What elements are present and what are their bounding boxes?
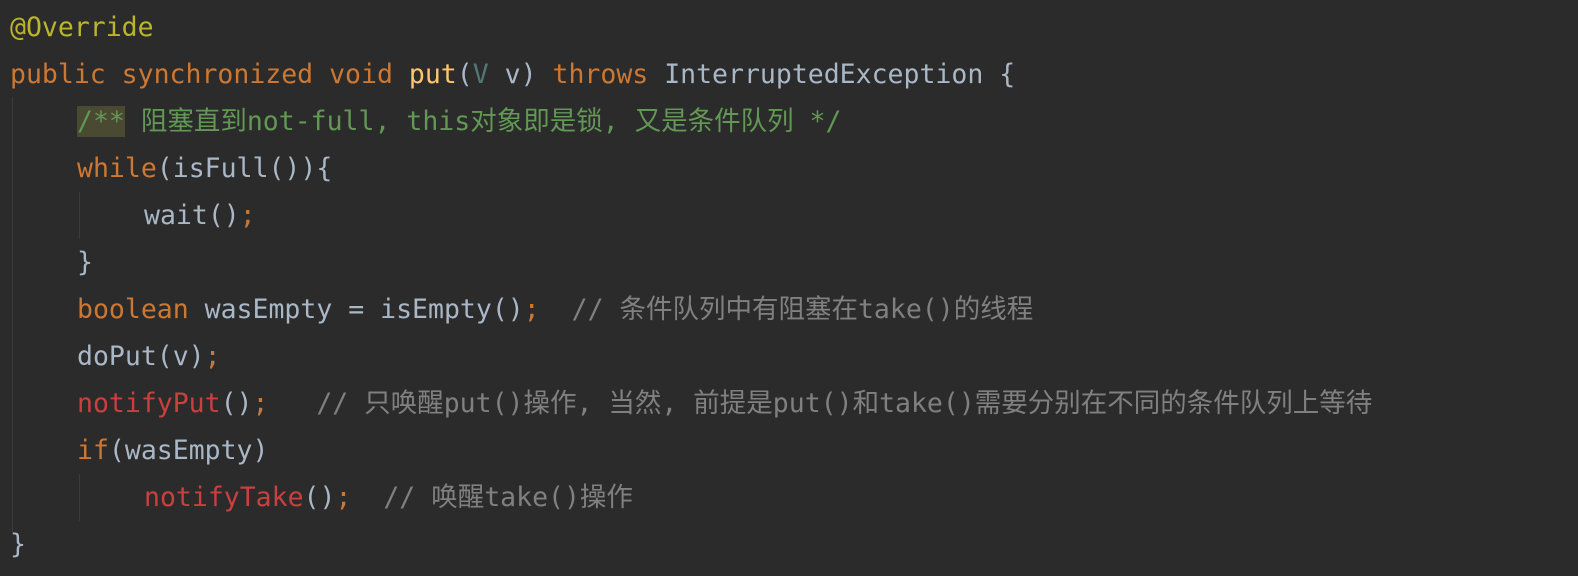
code-line[interactable]: }	[0, 521, 1578, 568]
code-token-kw: throws	[552, 59, 665, 90]
code-line[interactable]: wait();	[0, 192, 1578, 239]
code-token-semi: ;	[335, 482, 352, 513]
code-line[interactable]: doPut(v);	[0, 333, 1578, 380]
code-token-plain: }	[77, 247, 93, 278]
code-token-plain: (	[456, 59, 473, 90]
code-line[interactable]: notifyPut(); // 只唤醒put()操作, 当然, 前提是put()…	[0, 380, 1578, 427]
indent-guide	[79, 474, 80, 521]
code-token-plain: ()	[303, 482, 336, 513]
code-token-kw: public synchronized void	[10, 59, 409, 90]
code-token-doc: 阻塞直到not-full, this对象即是锁, 又是条件队列 */	[124, 106, 842, 137]
code-token-plain: v)	[488, 59, 553, 90]
code-token-semi: ;	[204, 341, 221, 372]
indent-guide	[12, 97, 13, 533]
code-line[interactable]: while(isFull()){	[0, 145, 1578, 192]
code-token-semi: ;	[523, 294, 540, 325]
code-token-kw: boolean	[77, 294, 205, 325]
code-token-gen: V	[472, 59, 489, 90]
code-token-plain: InterruptedException {	[664, 59, 1016, 90]
code-token-plain: doPut(v)	[77, 341, 205, 372]
code-token-semi: ;	[239, 200, 256, 231]
code-token-kw: if	[77, 435, 109, 466]
code-line[interactable]: }	[0, 239, 1578, 286]
code-token-plain: wait()	[144, 200, 240, 231]
code-line[interactable]: notifyTake(); // 唤醒take()操作	[0, 474, 1578, 521]
code-token-cmt: // 条件队列中有阻塞在take()的线程	[539, 294, 1034, 325]
code-token-fn: put	[408, 59, 457, 90]
code-token-cmt: // 唤醒take()操作	[351, 482, 633, 513]
code-token-ann: @Override	[10, 12, 154, 43]
code-token-plain: }	[10, 529, 26, 560]
code-editor[interactable]: @Override public synchronized void put(V …	[0, 4, 1578, 568]
code-token-call: notifyPut	[77, 388, 221, 419]
code-token-cmt: // 只唤醒put()操作, 当然, 前提是put()和take()需要分别在不…	[268, 388, 1373, 419]
code-token-semi: ;	[252, 388, 269, 419]
code-token-kw: while	[77, 153, 157, 184]
code-line[interactable]: if(wasEmpty)	[0, 427, 1578, 474]
code-line[interactable]: @Override	[0, 4, 1578, 51]
code-token-call: notifyTake	[144, 482, 304, 513]
code-token-plain: (isFull()){	[156, 153, 333, 184]
code-line[interactable]: public synchronized void put(V v) throws…	[0, 51, 1578, 98]
code-token-docmark: /**	[77, 106, 125, 137]
code-token-plain: ()	[220, 388, 253, 419]
code-token-plain: (wasEmpty)	[108, 435, 269, 466]
indent-guide	[79, 192, 80, 239]
code-line[interactable]: boolean wasEmpty = isEmpty(); // 条件队列中有阻…	[0, 286, 1578, 333]
code-line[interactable]: /** 阻塞直到not-full, this对象即是锁, 又是条件队列 */	[0, 98, 1578, 145]
code-token-plain: wasEmpty = isEmpty()	[204, 294, 524, 325]
